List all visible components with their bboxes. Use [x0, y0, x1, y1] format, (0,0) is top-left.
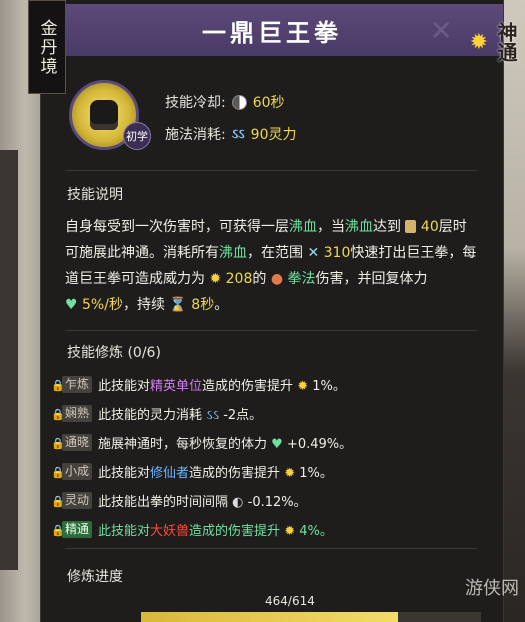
hourglass-icon: ⌛	[169, 297, 187, 313]
power-icon: ✹	[209, 271, 222, 287]
progress-label: 修炼进度	[67, 569, 123, 585]
cultivation-row[interactable]: 🔒 灵动 此技能出拳的时间间隔 ◐ -0.12%。	[51, 490, 491, 510]
lock-icon: 🔒	[51, 465, 65, 479]
cooldown-value: 60秒	[252, 95, 285, 111]
cultivation-row[interactable]: 🔒 精通 此技能对大妖兽造成的伤害提升 ✹ 4%。	[51, 519, 491, 539]
cultivation-effect-icon: ♥	[267, 436, 287, 452]
corner-logo: ✹ 神通	[463, 14, 521, 70]
cooldown-row: 技能冷却: 60秒	[165, 92, 285, 112]
cultivation-text: 此技能对精英单位造成的伤害提升 ✹ 1%。	[98, 378, 346, 394]
cost-label: 施法消耗:	[165, 127, 226, 143]
cultivation-tag: 精通	[62, 520, 93, 538]
cultivation-tag: 娴熟	[62, 404, 93, 422]
range-icon: ✕	[307, 245, 320, 261]
lock-icon: 🔒	[51, 494, 65, 508]
lock-icon: 🔒	[51, 378, 65, 392]
cultivation-row[interactable]: 🔒 乍炼 此技能对精英单位造成的伤害提升 ✹ 1%。	[51, 374, 491, 394]
progress-fill	[141, 612, 399, 622]
cultivation-effect-icon: ✹	[293, 378, 313, 394]
title-decoration-icon: ✕	[429, 14, 453, 47]
lock-icon: 🔒	[51, 407, 65, 421]
cultivation-text: 施展神通时，每秒恢复的体力 ♥ +0.49%。	[98, 436, 353, 452]
clock-icon	[231, 94, 247, 110]
corner-logo-text: 神通	[494, 22, 518, 62]
cultivation-row[interactable]: 🔒 小成 此技能对修仙者造成的伤害提升 ✹ 1%。	[51, 461, 491, 481]
cultivation-row[interactable]: 🔒 通晓 施展神通时，每秒恢复的体力 ♥ +0.49%。	[51, 432, 491, 452]
background-left-strip	[0, 150, 18, 570]
skill-description: 自身每受到一次伤害时，可获得一层沸血，当沸血达到 40层时 可施展此神通。消耗所…	[65, 219, 477, 313]
description-title: 技能说明	[67, 187, 123, 203]
watermark: 游侠网	[465, 578, 519, 599]
cooldown-label: 技能冷却:	[165, 95, 226, 111]
cultivation-tag: 小成	[62, 462, 93, 480]
realm-tag: 金丹境	[28, 0, 66, 94]
lock-icon: 🔒	[51, 436, 65, 450]
skill-title: 一鼎巨王拳	[202, 17, 342, 47]
cultivation-text: 此技能出拳的时间间隔 ◐ -0.12%。	[98, 494, 307, 510]
heart-icon: ♥	[65, 297, 78, 313]
cultivation-tag: 通晓	[62, 433, 93, 451]
title-bar: 一鼎巨王拳 ✕	[41, 4, 503, 56]
skill-panel: 一鼎巨王拳 ✕ 初学 技能冷却: 60秒 施法消耗: ઽઽ 90灵力 技能说明 …	[40, 0, 504, 622]
stage-badge: 初学	[123, 122, 151, 150]
cultivation-text: 此技能的灵力消耗 ઽઽ -2点。	[98, 407, 263, 423]
cultivation-row[interactable]: 🔒 娴熟 此技能的灵力消耗 ઽઽ -2点。	[51, 403, 491, 423]
cultivation-tag: 灵动	[62, 491, 93, 509]
cultivation-effect-icon: ◐	[228, 494, 248, 510]
progress-text: 464/614	[265, 594, 315, 608]
fist-type-icon: ●	[270, 271, 284, 287]
cultivation-effect-icon: ઽઽ	[202, 407, 224, 423]
cost-value: 90灵力	[250, 127, 297, 143]
progress-bar	[141, 612, 481, 622]
book-icon	[405, 220, 417, 233]
cultivation-tag: 乍炼	[62, 375, 93, 393]
fist-icon	[90, 100, 118, 130]
divider	[65, 170, 477, 171]
spirit-icon: ઽઽ	[231, 126, 245, 142]
cultivation-effect-icon: ✹	[280, 523, 300, 539]
sun-icon: ✹	[469, 29, 488, 55]
cultivation-text: 此技能对大妖兽造成的伤害提升 ✹ 4%。	[98, 523, 333, 539]
divider	[65, 330, 477, 331]
cultivation-title: 技能修炼 (0/6)	[67, 345, 161, 361]
cost-row: 施法消耗: ઽઽ 90灵力	[165, 124, 296, 144]
cultivation-effect-icon: ✹	[280, 465, 300, 481]
divider	[65, 548, 477, 549]
lock-icon: 🔒	[51, 523, 65, 537]
cultivation-text: 此技能对修仙者造成的伤害提升 ✹ 1%。	[98, 465, 333, 481]
